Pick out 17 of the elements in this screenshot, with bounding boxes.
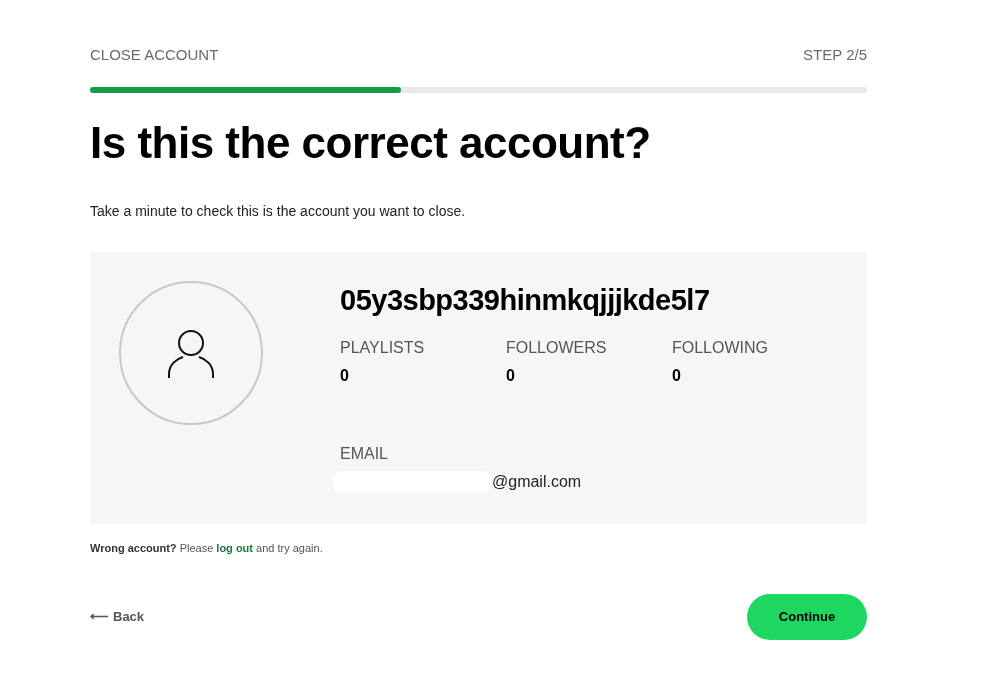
email-address: @gmail.com: [492, 471, 582, 492]
continue-button[interactable]: Continue: [747, 594, 867, 640]
heading: Is this the correct account?: [90, 116, 652, 169]
stat-value: 0: [340, 365, 350, 386]
email-label: EMAIL: [340, 443, 389, 464]
back-link[interactable]: ⟵ Back: [90, 607, 145, 627]
stat-label: FOLLOWERS: [506, 337, 608, 358]
stat-value: 0: [672, 365, 682, 386]
step-counter: STEP 2/5: [803, 45, 867, 65]
page-title: CLOSE ACCOUNT: [90, 45, 219, 65]
stat-value: 0: [506, 365, 516, 386]
log-out-link[interactable]: log out: [216, 541, 253, 554]
intro-text: Take a minute to check this is the account you want to close.: [90, 201, 467, 221]
stat-label: PLAYLISTS: [340, 337, 426, 358]
username: 05y3sbp339hinmkqjjjkde5l7: [340, 282, 711, 318]
stat-label: FOLLOWING: [672, 337, 769, 358]
wrong-account-note: Wrong account? Please log out and try again.: [90, 540, 324, 556]
